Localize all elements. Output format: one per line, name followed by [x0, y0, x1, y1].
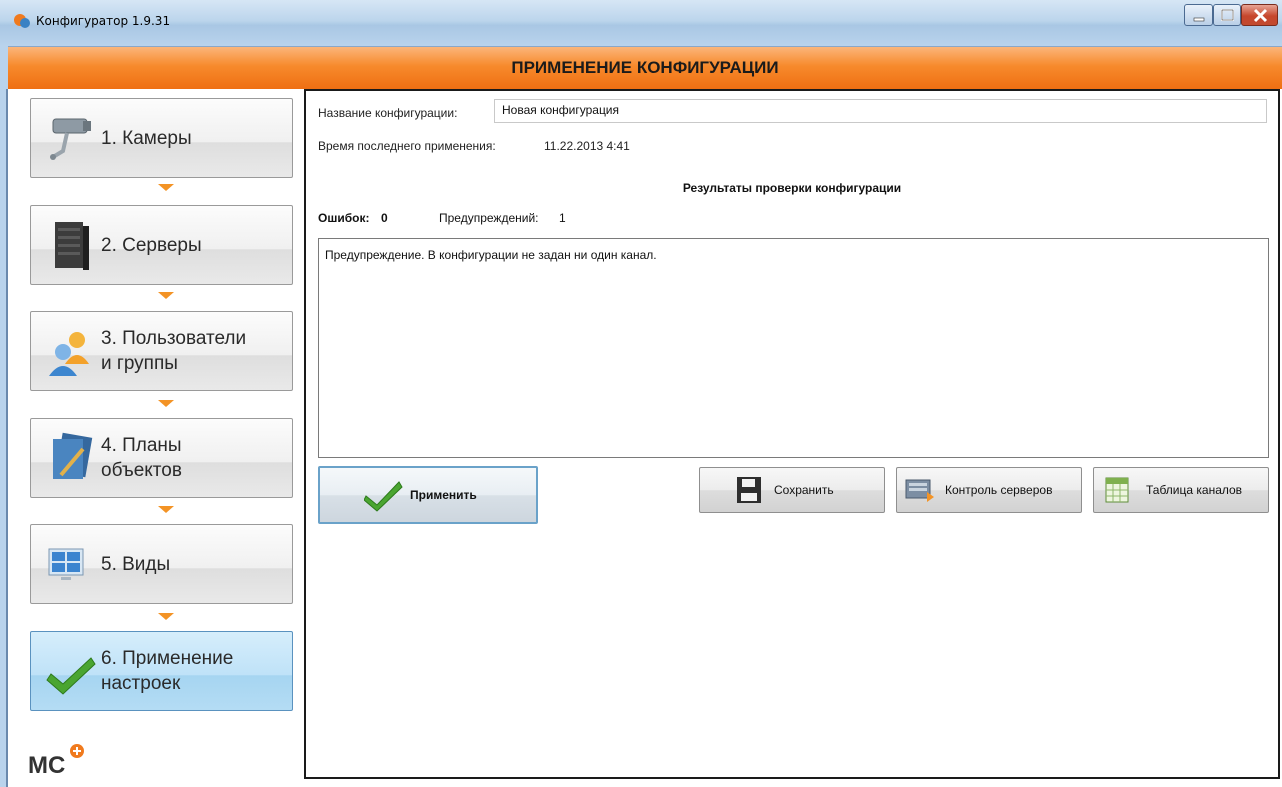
step-servers[interactable]: 2. Серверы [30, 205, 293, 285]
window-title: Конфигуратор 1.9.31 [36, 14, 171, 28]
errors-label: Ошибок: [318, 211, 370, 225]
floppy-disk-icon [737, 477, 761, 503]
camera-icon [50, 118, 91, 160]
arrow-down-icon [158, 292, 174, 299]
close-icon [1253, 8, 1268, 23]
warnings-count: 1 [559, 211, 566, 225]
arrow-down-icon [158, 400, 174, 407]
page-header: ПРИМЕНЕНИЕ КОНФИГУРАЦИИ [8, 47, 1282, 89]
mc-logo: MC [28, 744, 84, 779]
checkmark-icon [364, 481, 403, 512]
title-bar: Конфигуратор 1.9.31 [0, 0, 1282, 47]
errors-count: 0 [381, 211, 388, 225]
last-applied-label: Время последнего применения: [318, 139, 496, 153]
server-icon [55, 222, 89, 270]
step-users-groups[interactable]: 3. Пользователи и группы [30, 311, 293, 391]
apply-button[interactable]: Применить [318, 466, 538, 524]
maximize-icon [1221, 9, 1234, 21]
results-log[interactable]: Предупреждение. В конфигурации не задан … [318, 238, 1269, 458]
step-label: 4. Планы объектов [101, 435, 182, 481]
arrow-down-icon [158, 506, 174, 513]
apply-button-label: Применить [410, 488, 477, 502]
server-monitor-icon [905, 479, 934, 502]
warnings-label: Предупреждений: [439, 211, 539, 225]
step-label: 2. Серверы [101, 234, 202, 256]
servers-control-button-label: Контроль серверов [945, 483, 1053, 497]
servers-control-button[interactable]: Контроль серверов [896, 467, 1082, 513]
step-label: 1. Камеры [101, 127, 192, 149]
config-name-input[interactable]: Новая конфигурация [494, 99, 1267, 123]
close-button[interactable] [1241, 4, 1278, 26]
channels-table-button-label: Таблица каналов [1146, 483, 1243, 497]
table-icon [1105, 477, 1129, 503]
results-title: Результаты проверки конфигурации [682, 181, 902, 195]
save-button-label: Сохранить [774, 483, 834, 497]
step-views[interactable]: 5. Виды [30, 524, 293, 604]
save-button[interactable]: Сохранить [699, 467, 885, 513]
app-icon [14, 14, 30, 28]
arrow-down-icon [158, 184, 174, 191]
logo-text: MC [28, 752, 65, 779]
app-window: Конфигуратор 1.9.31 ПРИМЕНЕНИЕ КОНФИГУРА… [0, 0, 1282, 787]
step-label: 6. Применение настроек [101, 648, 234, 694]
last-applied-value: 11.22.2013 4:41 [544, 139, 630, 153]
step-cameras[interactable]: 1. Камеры [30, 98, 293, 178]
step-object-plans[interactable]: 4. Планы объектов [30, 418, 293, 498]
sidebar: 1. Камеры 2. Серверы 3. Пользователи и г… [8, 89, 300, 787]
step-label: 5. Виды [101, 553, 171, 575]
step-apply-settings[interactable]: 6. Применение настроек [30, 631, 293, 711]
minimize-icon [1193, 17, 1205, 22]
config-panel: Название конфигурации: Новая конфигураци… [304, 89, 1280, 779]
channels-table-button[interactable]: Таблица каналов [1093, 467, 1269, 513]
views-icon [48, 548, 84, 580]
arrow-down-icon [158, 613, 174, 620]
plans-icon [53, 432, 93, 479]
step-label: 3. Пользователи и группы [101, 328, 247, 374]
maximize-button[interactable] [1213, 4, 1241, 26]
page-title: ПРИМЕНЕНИЕ КОНФИГУРАЦИИ [511, 58, 779, 77]
config-name-label: Название конфигурации: [318, 106, 458, 120]
minimize-button[interactable] [1184, 4, 1213, 26]
users-icon [49, 332, 89, 376]
checkmark-icon [46, 657, 96, 695]
